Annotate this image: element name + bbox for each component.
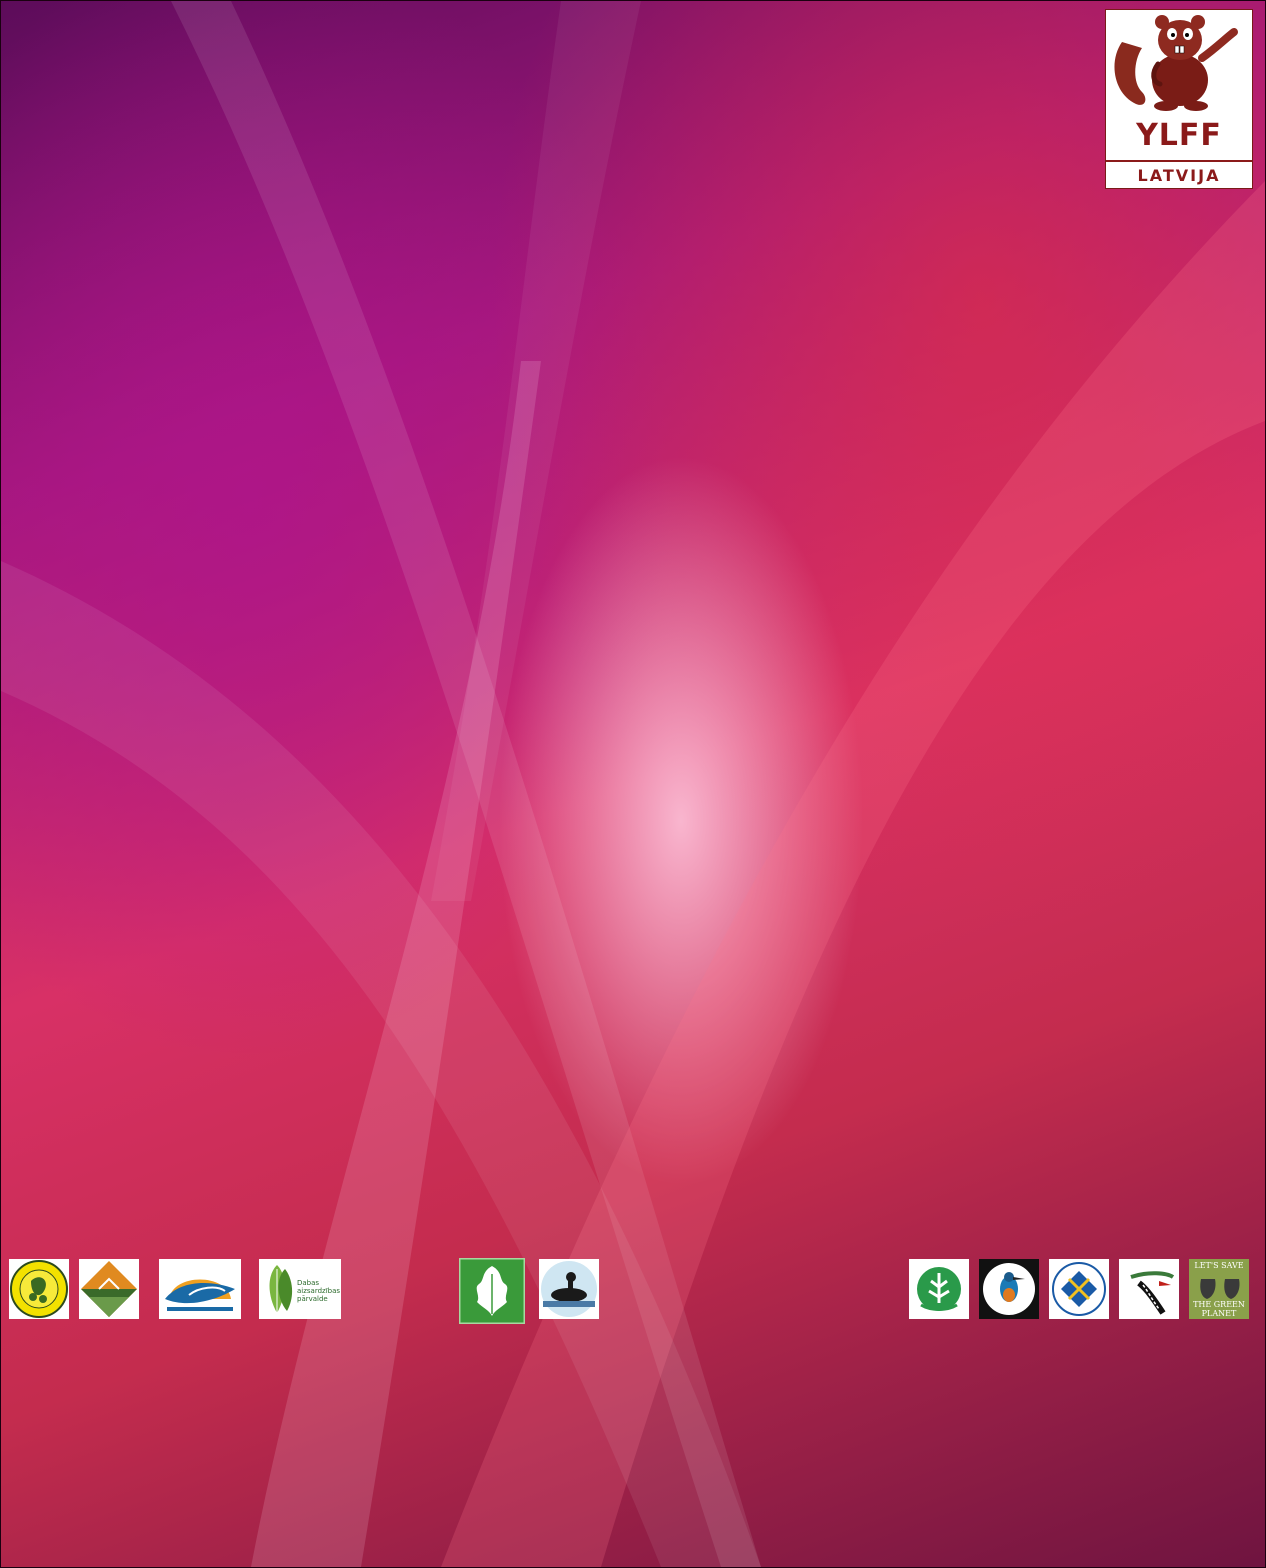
logo-divider	[1106, 160, 1252, 162]
dabas-caption: Dabas aizsardzības pārvalde	[297, 1279, 340, 1303]
save-green-planet-logo: LET'S SAVE THE GREEN PLANET EARTH	[1189, 1259, 1249, 1319]
nature-reserve-logo	[9, 1259, 69, 1319]
oak-leaf-logo	[459, 1258, 525, 1324]
ylff-wordmark: YLFF	[1136, 118, 1222, 153]
national-park-bird-logo	[159, 1259, 241, 1319]
mountain-diamond-logo	[79, 1259, 139, 1319]
biosphere-reserve-logo	[1049, 1259, 1109, 1319]
kingfisher-icon	[979, 1259, 1039, 1319]
stork-logo	[1119, 1259, 1179, 1319]
ylff-latvija-logo: YLFF LATVIJA	[1105, 9, 1253, 189]
diamond-landscape-icon	[79, 1259, 139, 1319]
tree-emblem-icon	[909, 1259, 969, 1319]
dabas-line1: Dabas	[297, 1279, 320, 1287]
beaver-mascot-icon	[1114, 15, 1238, 111]
kingfisher-logo	[979, 1259, 1039, 1319]
loon-on-water-icon	[539, 1259, 599, 1319]
poster-page: YLFF LATVIJA Dabas aizsardzības pārvalde…	[0, 0, 1266, 1568]
dabas-line3: pārvalde	[297, 1295, 328, 1303]
oak-leaf-icon	[459, 1258, 525, 1324]
latvija-wordmark: LATVIJA	[1137, 166, 1221, 185]
save-line2: THE GREEN	[1193, 1300, 1245, 1309]
biosphere-emblem-icon	[1049, 1259, 1109, 1319]
dabas-aizsardzibas-logo: Dabas aizsardzības pārvalde	[259, 1259, 341, 1319]
bird-wave-icon	[159, 1259, 241, 1319]
background-swooshes	[1, 1, 1265, 1567]
stork-icon	[1119, 1259, 1179, 1319]
save-line1: LET'S SAVE	[1194, 1261, 1244, 1270]
loon-bird-logo	[539, 1259, 599, 1319]
dabas-line2: aizsardzības	[297, 1287, 341, 1295]
hazel-leaf-emblem-icon	[9, 1259, 69, 1319]
slitere-national-park-logo	[909, 1259, 969, 1319]
save-line3: PLANET EARTH	[1201, 1309, 1237, 1319]
